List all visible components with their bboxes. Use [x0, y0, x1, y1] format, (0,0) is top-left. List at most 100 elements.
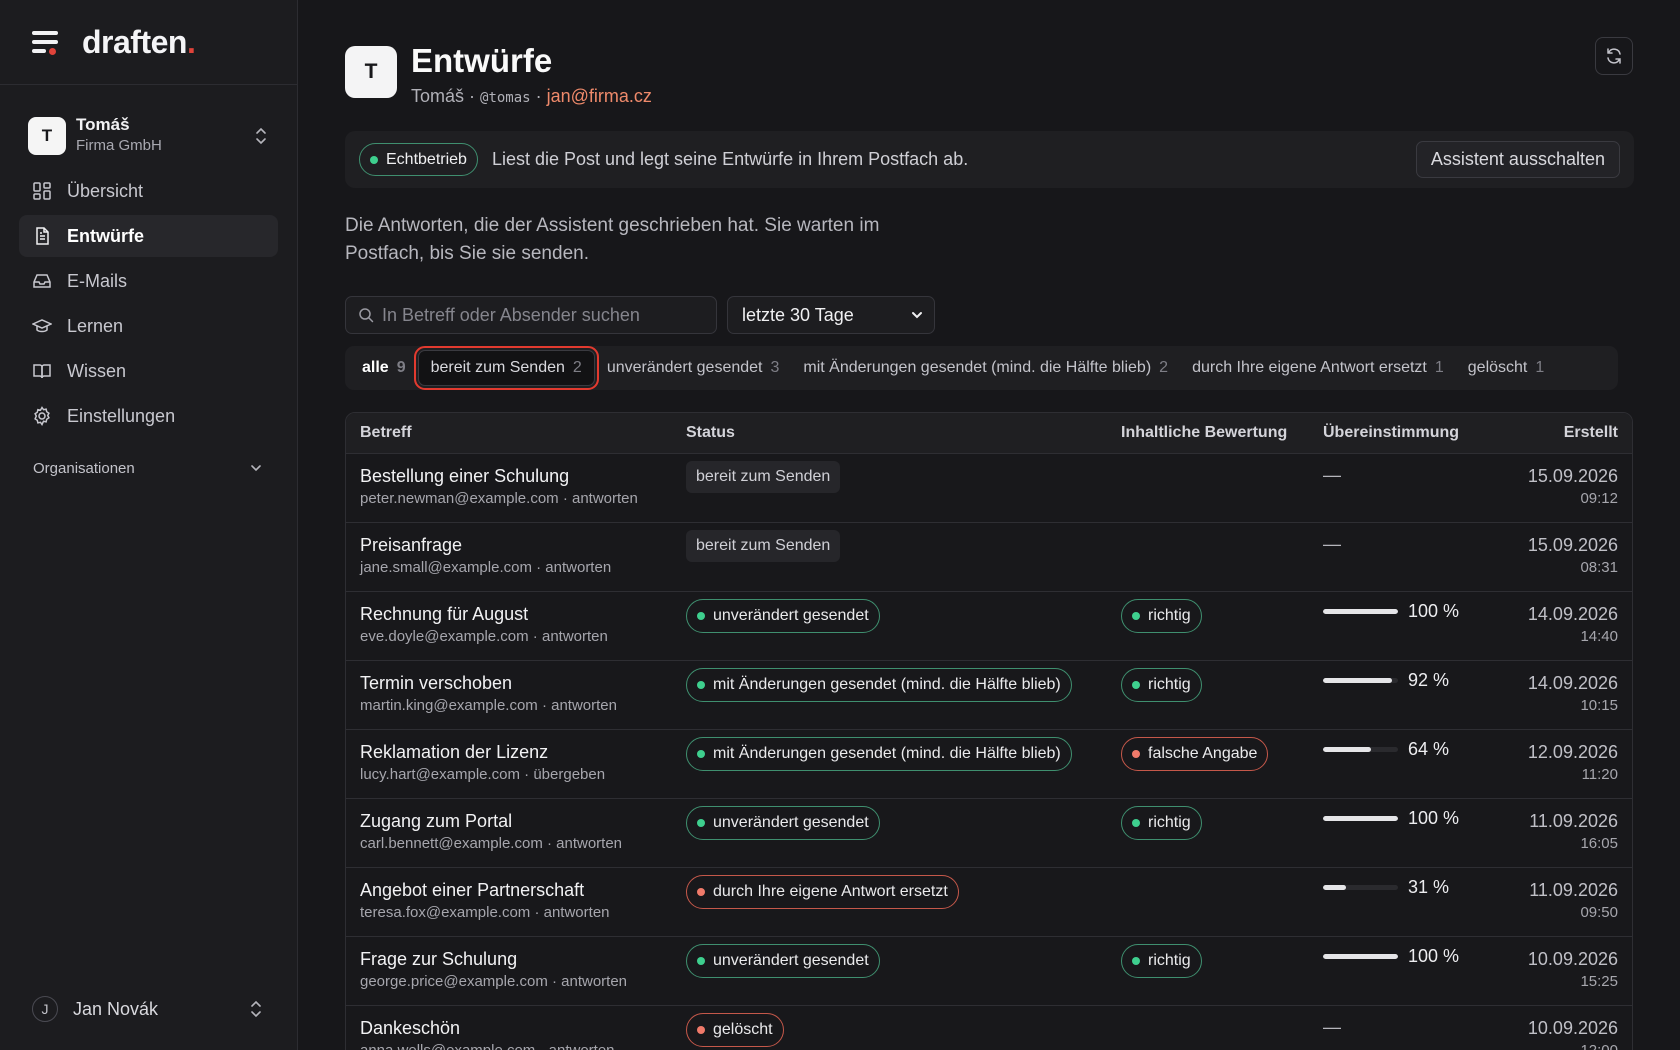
- status-pill: mit Änderungen gesendet (mind. die Hälft…: [686, 668, 1072, 702]
- column-header-betreff[interactable]: Betreff: [346, 424, 686, 442]
- search-box: [345, 296, 717, 334]
- sidebar-item-emails[interactable]: E-Mails: [19, 260, 278, 302]
- sidebar-item-lernen[interactable]: Lernen: [19, 305, 278, 347]
- column-header-erstellt[interactable]: Erstellt: [1493, 424, 1632, 442]
- assistant-handle: @tomas: [480, 90, 531, 106]
- chevron-down-icon: [251, 465, 261, 472]
- match-empty: —: [1323, 534, 1341, 554]
- row-date: 14.09.2026: [1527, 673, 1618, 693]
- tab-count: 1: [1434, 359, 1444, 376]
- match-percent: 64 %: [1408, 739, 1450, 759]
- row-time: 10:15: [1580, 697, 1618, 714]
- rating-pill: falsche Angabe: [1121, 737, 1269, 771]
- status-pill: durch Ihre eigene Antwort ersetzt: [686, 875, 959, 909]
- refresh-button[interactable]: [1595, 37, 1633, 75]
- match-bar: [1323, 678, 1398, 683]
- page-title: Entwürfe: [411, 42, 553, 79]
- menu-icon[interactable]: [32, 30, 60, 55]
- row-subject[interactable]: Angebot einer Partnerschaft: [360, 879, 686, 901]
- column-header-bewertung[interactable]: Inhaltliche Bewertung: [1121, 424, 1323, 442]
- tab-count: 2: [572, 359, 582, 376]
- table-row[interactable]: Reklamation der Lizenz lucy.hart@example.…: [346, 730, 1632, 799]
- table-row[interactable]: Zugang zum Portal carl.bennett@example.co…: [346, 799, 1632, 868]
- search-input[interactable]: [382, 304, 702, 326]
- row-date: 10.09.2026: [1527, 1018, 1618, 1038]
- match-percent: 31 %: [1408, 877, 1450, 897]
- user-menu[interactable]: J Jan Novák: [32, 994, 263, 1024]
- rating-dot: [1132, 819, 1140, 827]
- match-indicator: 31 %: [1323, 877, 1493, 898]
- tab-unveraendert-gesendet[interactable]: unverändert gesendet 3: [595, 350, 792, 386]
- row-date: 11.09.2026: [1529, 811, 1618, 831]
- row-subject[interactable]: Rechnung für August: [360, 603, 686, 625]
- book-icon: [33, 364, 51, 379]
- disable-assistant-button[interactable]: Assistent ausschalten: [1415, 141, 1620, 178]
- row-subject[interactable]: Termin verschoben: [360, 672, 686, 694]
- table-row[interactable]: Angebot einer Partnerschaft teresa.fox@ex…: [346, 868, 1632, 937]
- sidebar-item-entwuerfe[interactable]: Entwürfe: [19, 215, 278, 257]
- match-bar: [1323, 954, 1398, 959]
- status-dot: [697, 888, 705, 896]
- brand-logo[interactable]: draften.: [82, 24, 196, 61]
- row-time: 09:12: [1580, 490, 1618, 507]
- match-indicator: 100 %: [1323, 601, 1493, 622]
- column-header-uebereinstimmung[interactable]: Übereinstimmung: [1323, 424, 1493, 442]
- rating-pill: richtig: [1121, 806, 1202, 840]
- table-row[interactable]: Dankeschön anna.wells@example.com · antwo…: [346, 1006, 1632, 1050]
- sidebar-item-einstellungen[interactable]: Einstellungen: [19, 395, 278, 437]
- tab-durch-eigene-antwort-ersetzt[interactable]: durch Ihre eigene Antwort ersetzt 1: [1180, 350, 1456, 386]
- period-select-value: letzte 30 Tage: [742, 304, 854, 325]
- match-empty: —: [1323, 1017, 1341, 1037]
- row-subject[interactable]: Zugang zum Portal: [360, 810, 686, 832]
- row-subject[interactable]: Bestellung einer Schulung: [360, 465, 686, 487]
- organisations-label: Organisationen: [33, 459, 135, 477]
- row-subject[interactable]: Frage zur Schulung: [360, 948, 686, 970]
- status-badge: Echtbetrieb: [359, 143, 478, 176]
- sidebar-item-uebersicht[interactable]: Übersicht: [19, 170, 278, 212]
- sidebar-item-wissen[interactable]: Wissen: [19, 350, 278, 392]
- table-row[interactable]: Preisanfrage jane.small@example.com · ant…: [346, 523, 1632, 592]
- table-row[interactable]: Frage zur Schulung george.price@example.c…: [346, 937, 1632, 1006]
- match-percent: 100 %: [1408, 808, 1460, 828]
- sidebar-item-label: E-Mails: [67, 270, 128, 291]
- table-row[interactable]: Termin verschoben martin.king@example.com…: [346, 661, 1632, 730]
- status-dot: [697, 1026, 705, 1034]
- organisations-toggle[interactable]: Organisationen: [0, 457, 297, 479]
- rating-dot: [1132, 957, 1140, 965]
- org-switcher[interactable]: T Tomáš Firma GmbH: [0, 114, 297, 158]
- sidebar-item-label: Einstellungen: [67, 405, 176, 426]
- table-row[interactable]: Bestellung einer Schulung peter.newman@ex…: [346, 454, 1632, 523]
- app: draften. T Tomáš Firma GmbH Übersicht En…: [0, 0, 1680, 1050]
- row-time: 11:20: [1581, 766, 1618, 783]
- column-header-status[interactable]: Status: [686, 424, 1121, 442]
- status-banner: Echtbetrieb Liest die Post und legt sein…: [345, 131, 1634, 188]
- page-description: Die Antworten, die der Assistent geschri…: [345, 215, 880, 264]
- tab-bereit-zum-senden[interactable]: bereit zum Senden 2: [413, 346, 599, 390]
- row-time: 08:31: [1580, 559, 1618, 576]
- match-bar: [1323, 885, 1398, 890]
- tab-count: 9: [396, 359, 406, 376]
- period-select[interactable]: letzte 30 Tage: [727, 296, 935, 334]
- tab-alle[interactable]: alle 9: [350, 350, 418, 386]
- tab-mit-aenderungen-gesendet[interactable]: mit Änderungen gesendet (mind. die Hälft…: [791, 350, 1180, 386]
- status-dot: [697, 612, 705, 620]
- row-date: 14.09.2026: [1527, 604, 1618, 624]
- row-subject[interactable]: Reklamation der Lizenz: [360, 741, 686, 763]
- assistant-email[interactable]: jan@firma.cz: [547, 86, 652, 106]
- row-sender: eve.doyle@example.com · antworten: [360, 628, 608, 645]
- row-subject[interactable]: Preisanfrage: [360, 534, 686, 556]
- row-date: 15.09.2026: [1527, 466, 1618, 486]
- document-icon: [36, 227, 49, 245]
- tab-count: 2: [1159, 359, 1169, 376]
- gear-icon: [34, 406, 50, 426]
- sidebar-item-label: Wissen: [67, 360, 127, 381]
- row-subject[interactable]: Dankeschön: [360, 1017, 686, 1039]
- table-row[interactable]: Rechnung für August eve.doyle@example.com…: [346, 592, 1632, 661]
- tab-geloescht[interactable]: gelöscht 1: [1456, 350, 1557, 386]
- row-sender: anna.wells@example.com · antworten: [360, 1042, 686, 1050]
- status-tabs: alle 9 bereit zum Senden 2 unverändert ges…: [345, 346, 1618, 390]
- match-percent: 92 %: [1408, 670, 1450, 690]
- match-indicator: 64 %: [1323, 739, 1493, 760]
- graduation-cap-icon: [32, 319, 52, 333]
- status-dot: [697, 681, 705, 689]
